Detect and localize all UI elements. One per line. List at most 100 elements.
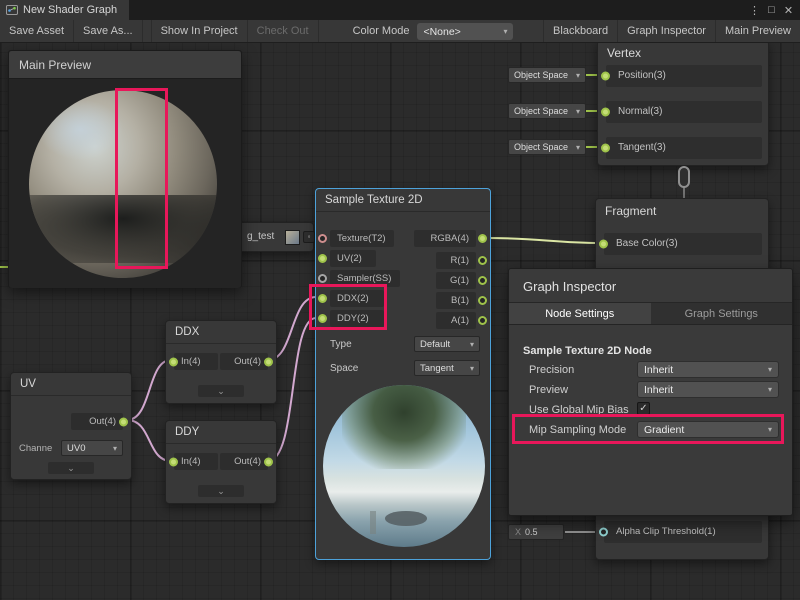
ddx-node[interactable]: DDX In(4) Out(4) ⌄ bbox=[165, 320, 277, 404]
fragment-title: Fragment bbox=[596, 199, 768, 223]
ddx-in-port[interactable]: In(4) bbox=[174, 353, 218, 370]
uv-collapse-button[interactable]: ⌄ bbox=[48, 462, 94, 474]
color-mode-dropdown[interactable]: <None> ▾ bbox=[417, 23, 513, 40]
main-preview-body bbox=[9, 79, 241, 288]
tangent-space-dropdown[interactable]: Object Space▾ bbox=[508, 139, 586, 155]
alpha-clip-field[interactable]: X 0.5 bbox=[508, 524, 564, 540]
check-out-button: Check Out bbox=[248, 20, 319, 42]
preview-tree bbox=[342, 385, 465, 469]
show-in-project-button[interactable]: Show In Project bbox=[151, 20, 248, 42]
titlebar: New Shader Graph ⋮ □ ✕ bbox=[0, 0, 800, 20]
preview-dropdown[interactable]: Inherit▾ bbox=[637, 381, 779, 398]
port-dot[interactable] bbox=[264, 457, 273, 466]
sample-out-a[interactable]: A(1) bbox=[436, 312, 476, 329]
sample-in-ddx[interactable]: DDX(2) bbox=[330, 290, 384, 307]
sample-in-texture[interactable]: Texture(T2) bbox=[330, 230, 394, 247]
save-asset-button[interactable]: Save Asset bbox=[0, 20, 74, 42]
sample-node-title[interactable]: Sample Texture 2D bbox=[316, 189, 490, 212]
inspector-tabs: Node Settings Graph Settings bbox=[509, 302, 792, 325]
normal-space-dropdown[interactable]: Object Space▾ bbox=[508, 103, 586, 119]
block-link-icon bbox=[678, 166, 690, 188]
chevron-down-icon: ▾ bbox=[113, 444, 117, 453]
port-dot[interactable] bbox=[119, 417, 128, 426]
port-dot[interactable] bbox=[601, 108, 610, 117]
uv-channel-dropdown[interactable]: UV0 ▾ bbox=[61, 440, 123, 456]
sample-out-r[interactable]: R(1) bbox=[436, 252, 476, 269]
sample-out-g[interactable]: G(1) bbox=[436, 272, 476, 289]
uv-out-port[interactable]: Out(4) bbox=[71, 413, 123, 430]
position-space-dropdown[interactable]: Object Space▾ bbox=[508, 67, 586, 83]
sample-texture-2d-node[interactable]: Sample Texture 2D Texture(T2) UV(2) Samp… bbox=[315, 188, 491, 560]
port-dot[interactable] bbox=[169, 457, 178, 466]
uv-node[interactable]: UV Out(4) Channe UV0 ▾ ⌄ bbox=[10, 372, 132, 480]
chevron-down-icon: ▾ bbox=[768, 425, 772, 434]
main-preview-panel[interactable]: Main Preview bbox=[8, 50, 242, 288]
port-dot[interactable] bbox=[318, 254, 327, 263]
tab-graph-settings[interactable]: Graph Settings bbox=[651, 303, 793, 324]
close-icon[interactable]: ✕ bbox=[780, 4, 797, 17]
port-dot[interactable] bbox=[318, 294, 327, 303]
port-dot[interactable] bbox=[478, 296, 487, 305]
chevron-down-icon: ▾ bbox=[576, 143, 580, 152]
blackboard-toggle-button[interactable]: Blackboard bbox=[543, 20, 617, 42]
port-dot[interactable] bbox=[601, 72, 610, 81]
port-dot[interactable] bbox=[318, 274, 327, 283]
global-mip-bias-checkbox[interactable]: ✓ bbox=[637, 402, 650, 415]
fragment-alphaclip-port[interactable]: Alpha Clip Threshold(1) bbox=[604, 521, 762, 543]
ddy-collapse-button[interactable]: ⌄ bbox=[198, 485, 244, 497]
vertex-position-port[interactable]: Position(3) bbox=[606, 65, 762, 87]
port-dot[interactable] bbox=[169, 357, 178, 366]
port-dot[interactable] bbox=[478, 316, 487, 325]
sample-space-dropdown[interactable]: Tangent▾ bbox=[414, 360, 480, 376]
sample-node-preview-sphere bbox=[323, 385, 485, 547]
graph-inspector-panel[interactable]: Graph Inspector Node Settings Graph Sett… bbox=[508, 268, 793, 516]
vertex-normal-port[interactable]: Normal(3) bbox=[606, 101, 762, 123]
port-dot[interactable] bbox=[478, 276, 487, 285]
ddy-node[interactable]: DDY In(4) Out(4) ⌄ bbox=[165, 420, 277, 504]
precision-dropdown[interactable]: Inherit▾ bbox=[637, 361, 779, 378]
ddx-out-port[interactable]: Out(4) bbox=[220, 353, 268, 370]
main-preview-title[interactable]: Main Preview bbox=[9, 51, 241, 79]
port-dot[interactable] bbox=[599, 240, 608, 249]
port-dot[interactable] bbox=[599, 528, 608, 537]
window-title: New Shader Graph bbox=[23, 4, 117, 16]
sample-type-dropdown[interactable]: Default▾ bbox=[414, 336, 480, 352]
menu-icon[interactable]: ⋮ bbox=[746, 4, 763, 17]
ddx-node-title[interactable]: DDX bbox=[166, 321, 276, 344]
save-as-button[interactable]: Save As... bbox=[74, 20, 143, 42]
inspector-title[interactable]: Graph Inspector bbox=[509, 269, 792, 302]
window-tab[interactable]: New Shader Graph bbox=[0, 0, 129, 20]
port-dot[interactable] bbox=[478, 256, 487, 265]
edge-rgba-to-basecolor[interactable] bbox=[486, 238, 601, 243]
sample-in-uv[interactable]: UV(2) bbox=[330, 250, 376, 267]
fragment-basecolor-port[interactable]: Base Color(3) bbox=[604, 233, 762, 255]
vertex-title: Vertex bbox=[598, 41, 768, 65]
ddx-collapse-button[interactable]: ⌄ bbox=[198, 385, 244, 397]
port-dot[interactable] bbox=[318, 314, 327, 323]
sample-out-rgba[interactable]: RGBA(4) bbox=[414, 230, 476, 247]
chevron-down-icon: ▾ bbox=[576, 107, 580, 116]
tab-node-settings[interactable]: Node Settings bbox=[509, 303, 651, 324]
sample-type-label: Type bbox=[330, 339, 352, 350]
ddy-in-port[interactable]: In(4) bbox=[174, 453, 218, 470]
sample-in-ddy[interactable]: DDY(2) bbox=[330, 310, 384, 327]
ddy-node-title[interactable]: DDY bbox=[166, 421, 276, 444]
mip-sampling-mode-dropdown[interactable]: Gradient▾ bbox=[637, 421, 779, 438]
inspector-node-heading: Sample Texture 2D Node bbox=[523, 345, 652, 357]
port-dot[interactable] bbox=[478, 234, 487, 243]
port-dot[interactable] bbox=[264, 357, 273, 366]
sample-in-sampler[interactable]: Sampler(SS) bbox=[330, 270, 400, 287]
port-dot[interactable] bbox=[601, 144, 610, 153]
vertex-tangent-port[interactable]: Tangent(3) bbox=[606, 137, 762, 159]
graph-inspector-toggle-button[interactable]: Graph Inspector bbox=[617, 20, 715, 42]
color-mode-label: Color Mode bbox=[345, 20, 418, 42]
sample-space-label: Space bbox=[330, 363, 358, 374]
texture-output-port[interactable]: ◦ bbox=[303, 231, 315, 243]
maximize-icon[interactable]: □ bbox=[763, 4, 780, 16]
port-dot[interactable] bbox=[318, 234, 327, 243]
sample-out-b[interactable]: B(1) bbox=[436, 292, 476, 309]
vertex-block[interactable]: Vertex Position(3) Normal(3) Tangent(3) bbox=[597, 40, 769, 166]
main-preview-toggle-button[interactable]: Main Preview bbox=[715, 20, 800, 42]
ddy-out-port[interactable]: Out(4) bbox=[220, 453, 268, 470]
uv-node-title[interactable]: UV bbox=[11, 373, 131, 396]
